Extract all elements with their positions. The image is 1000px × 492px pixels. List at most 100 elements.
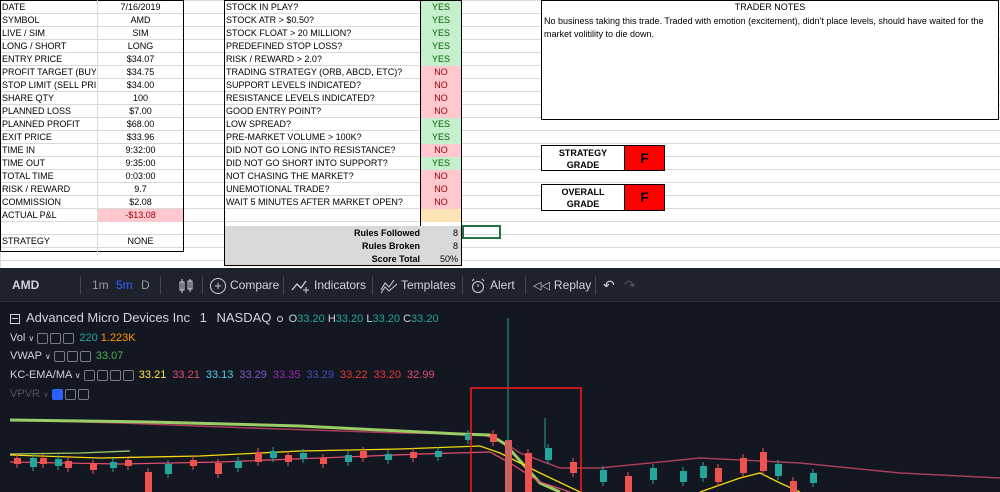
rule-label: RESISTANCE LEVELS INDICATED?	[226, 93, 375, 103]
candle	[65, 461, 72, 468]
settings-icon[interactable]	[50, 332, 62, 344]
candle	[345, 455, 352, 462]
rule-label: WAIT 5 MINUTES AFTER MARKET OPEN?	[226, 197, 403, 207]
tradingview-chart[interactable]: AMD 1m 5m D + Compare Indicators Template…	[0, 268, 1000, 492]
candle	[385, 454, 392, 460]
journal-label: PLANNED LOSS	[2, 106, 72, 116]
score-total-label: Score Total	[371, 254, 420, 264]
rule-answer[interactable]: NO	[421, 170, 461, 183]
close-icon[interactable]	[122, 369, 134, 381]
kc-value: 33.13	[205, 369, 234, 381]
rule-answer[interactable]: YES	[421, 118, 461, 131]
rule-answer[interactable]: YES	[421, 40, 461, 53]
volume-value-b: 1.223K	[100, 332, 136, 344]
eye-icon[interactable]	[51, 388, 63, 400]
vwap-value: 33.07	[95, 350, 124, 362]
interval-d[interactable]: D	[141, 268, 150, 302]
kc-value: 33.21	[138, 369, 167, 381]
journal-value: SIM	[132, 28, 149, 38]
overall-grade-value: F	[624, 184, 665, 211]
indicators-button[interactable]: Indicators	[291, 268, 366, 302]
main-series-legend: Advanced Micro Devices Inc 1 NASDAQ O33.…	[10, 310, 439, 325]
eye-icon[interactable]	[37, 332, 49, 344]
candle	[215, 463, 222, 474]
templates-button[interactable]: Templates	[380, 268, 456, 302]
eye-icon[interactable]	[53, 350, 65, 362]
interval-1m[interactable]: 1m	[92, 268, 109, 302]
rule-answer[interactable]: NO	[421, 66, 461, 79]
rule-answer[interactable]: YES	[421, 27, 461, 40]
rule-label: STOCK FLOAT > 20 MILLION?	[226, 28, 352, 38]
rule-answer[interactable]: YES	[421, 1, 461, 14]
candle	[740, 458, 747, 473]
candle	[320, 458, 327, 464]
rule-answer[interactable]: NO	[421, 144, 461, 157]
settings-icon[interactable]	[64, 388, 76, 400]
eye-icon[interactable]	[83, 369, 95, 381]
blank-answer-cell	[421, 209, 461, 222]
rules-followed-value: 8	[452, 228, 458, 238]
candle	[435, 451, 442, 457]
collapse-icon[interactable]	[10, 313, 20, 324]
low-value: 33.20	[372, 313, 401, 325]
close-icon[interactable]	[77, 388, 89, 400]
rules-followed-label: Rules Followed	[353, 228, 420, 238]
journal-label: SYMBOL	[2, 15, 40, 25]
candle	[680, 471, 687, 482]
rule-answer[interactable]: YES	[421, 14, 461, 27]
rules-broken-value: 8	[452, 241, 458, 251]
interval-5m[interactable]: 5m	[116, 268, 133, 302]
trader-notes-text[interactable]: No business taking this trade. Traded wi…	[544, 15, 996, 41]
kc-value: 33.21	[172, 369, 200, 381]
rule-answer[interactable]: NO	[421, 183, 461, 196]
trader-notes-title: TRADER NOTES	[734, 2, 806, 12]
candle	[300, 453, 307, 459]
close-icon[interactable]	[79, 350, 91, 362]
redo-icon[interactable]: ↷	[624, 268, 636, 302]
candle	[125, 460, 132, 466]
settings-icon[interactable]	[96, 369, 108, 381]
candle	[40, 458, 47, 464]
kc-value: 33.20	[373, 369, 402, 381]
journal-value: 9:35:00	[125, 158, 156, 168]
rule-answer[interactable]: YES	[421, 157, 461, 170]
journal-value: 9.7	[134, 184, 147, 194]
candle	[30, 458, 37, 467]
rule-answer[interactable]: YES	[421, 53, 461, 66]
journal-value: $7.00	[129, 106, 152, 116]
rule-label: UNEMOTIONAL TRADE?	[226, 184, 330, 194]
journal-label: RISK / REWARD	[2, 184, 71, 194]
overall-grade-label-line1: OVERALL	[561, 187, 605, 197]
volume-value-a: 220	[79, 332, 98, 344]
strategy-grade-label-line1: STRATEGY	[558, 148, 608, 158]
journal-value: $34.75	[126, 67, 155, 77]
strategy-grade-label-line2: GRADE	[566, 160, 600, 170]
journal-value: -$13.08	[98, 209, 183, 222]
candle	[255, 452, 262, 462]
replay-button[interactable]: ◁◁ Replay	[533, 268, 591, 302]
rule-answer[interactable]: NO	[421, 105, 461, 118]
rule-answer[interactable]: NO	[421, 92, 461, 105]
rule-label: PREDEFINED STOP LOSS?	[226, 41, 343, 51]
candle	[790, 481, 797, 492]
alert-button[interactable]: Alert	[470, 268, 515, 302]
overall-grade-label-line2: GRADE	[566, 199, 600, 209]
close-icon[interactable]	[63, 332, 75, 344]
info-icon[interactable]	[109, 369, 121, 381]
rule-answer[interactable]: NO	[421, 196, 461, 209]
symbol-search[interactable]: AMD	[12, 268, 39, 302]
candle	[625, 476, 632, 492]
indicators-icon	[291, 280, 309, 293]
candle	[360, 451, 367, 458]
high-value: 33.20	[335, 313, 364, 325]
settings-icon[interactable]	[66, 350, 78, 362]
chart-style-icon[interactable]	[178, 268, 194, 302]
rule-answer[interactable]: NO	[421, 79, 461, 92]
templates-icon	[380, 279, 398, 294]
compare-button[interactable]: + Compare	[210, 268, 279, 302]
undo-icon[interactable]: ↶	[603, 268, 615, 302]
column-divider	[420, 0, 421, 226]
rule-answer[interactable]: YES	[421, 131, 461, 144]
journal-value: AMD	[130, 15, 151, 25]
selected-cell[interactable]	[462, 225, 501, 239]
